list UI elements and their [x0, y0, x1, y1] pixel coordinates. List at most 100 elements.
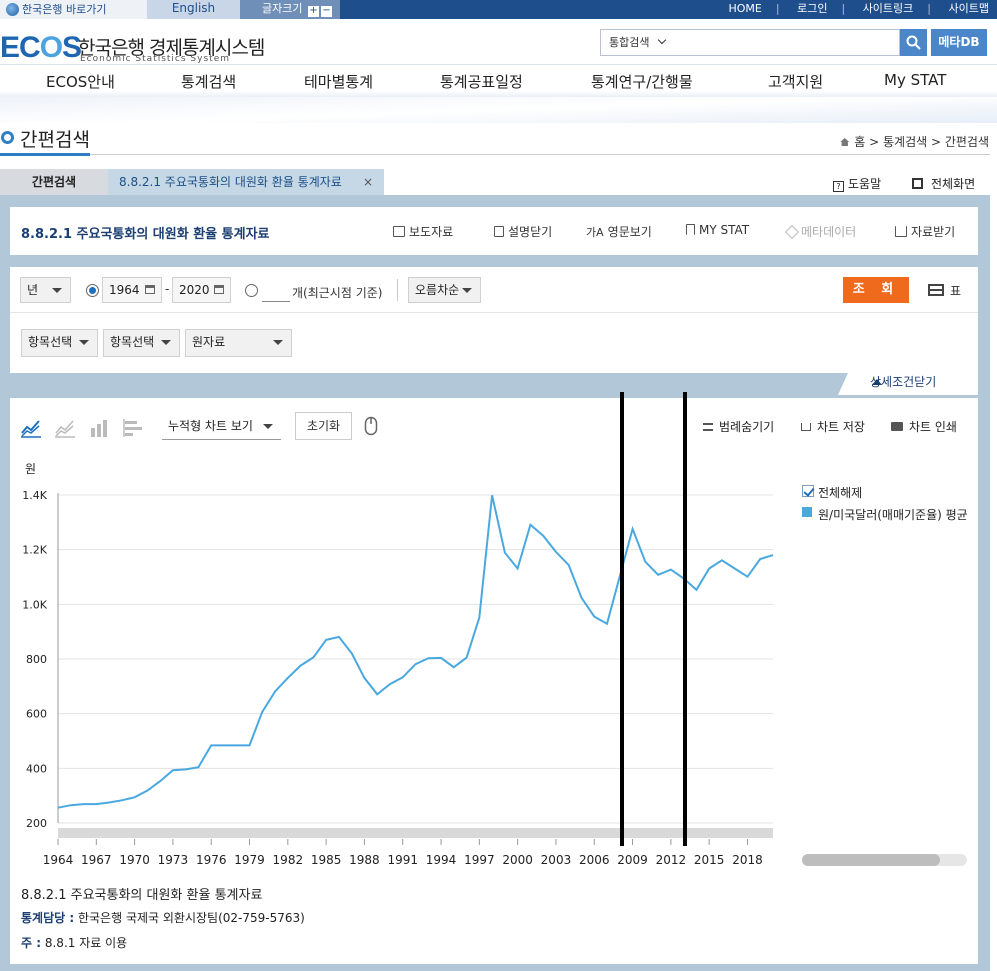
- recent-count-input[interactable]: [262, 282, 290, 302]
- chart-series-line[interactable]: [57, 495, 774, 809]
- x-tick-label: 2018: [732, 853, 763, 867]
- font-increase-icon[interactable]: +: [307, 6, 319, 17]
- stack-view-select[interactable]: 누적형 차트 보기: [162, 414, 281, 440]
- date-range-radio[interactable]: [86, 284, 99, 297]
- x-tick-label: 2000: [502, 853, 533, 867]
- hide-legend-button[interactable]: 범례숨기기: [703, 418, 774, 435]
- press-release-button[interactable]: 보도자료: [393, 223, 453, 240]
- nav-stat-search[interactable]: 통계검색: [181, 71, 236, 92]
- print-chart-label: 차트 인쇄: [909, 420, 957, 434]
- hide-legend-label: 범례숨기기: [719, 420, 775, 434]
- area-chart-icon[interactable]: [54, 418, 76, 438]
- legend-toggle-all-label[interactable]: 전체해제: [818, 484, 862, 501]
- nav-research[interactable]: 통계연구/간행물: [591, 71, 693, 92]
- data-type-select[interactable]: 원자료: [185, 329, 292, 357]
- tab-simple-search[interactable]: 간편검색: [0, 169, 108, 195]
- close-description-button[interactable]: 설명닫기: [494, 223, 552, 240]
- item-select-2[interactable]: 항목선택: [103, 329, 180, 357]
- y-tick-label: 200: [26, 817, 47, 830]
- recent-count-label: 개(최근시점 기준): [292, 286, 383, 300]
- query-button[interactable]: 조 회: [843, 277, 909, 303]
- mystat-label: MY STAT: [699, 223, 750, 237]
- metadata-label: 메타데이터: [801, 225, 857, 239]
- nav-release-schedule[interactable]: 통계공표일정: [440, 71, 523, 92]
- font-size-control: 글자크기 + −: [240, 0, 340, 19]
- contact-label: 통계담당 :: [21, 911, 75, 925]
- reset-button[interactable]: 초기화: [295, 412, 352, 440]
- table-icon[interactable]: [928, 284, 944, 296]
- sitelink-link[interactable]: 사이트링크: [863, 2, 914, 15]
- y-tick-label: 1.4K: [22, 489, 47, 502]
- tag-icon: [784, 224, 800, 240]
- help-button[interactable]: ? 도움말: [833, 175, 881, 192]
- footer-note: 주 : 8.8.1 자료 이용: [21, 934, 127, 951]
- caret-up-icon: [872, 379, 882, 385]
- title-underline: [0, 153, 90, 156]
- nav-customer[interactable]: 고객지원: [768, 71, 823, 92]
- legend-series-label[interactable]: 원/미국달러(매매기준율) 평균: [818, 506, 968, 523]
- y-tick-label: 800: [26, 653, 47, 666]
- search-button[interactable]: [900, 29, 927, 56]
- sort-select[interactable]: 오름차순: [408, 277, 481, 303]
- print-chart-button[interactable]: 차트 인쇄: [891, 418, 957, 435]
- ecos-logo[interactable]: ECOS: [0, 31, 82, 65]
- header-decoration: [0, 97, 997, 123]
- metadata-button[interactable]: 메타데이터: [784, 223, 857, 240]
- end-year-value: 2020: [179, 283, 210, 297]
- search-scope-select[interactable]: 통합검색: [609, 36, 649, 49]
- calendar-icon[interactable]: [214, 285, 224, 294]
- x-tick-label: 1994: [426, 853, 457, 867]
- bok-home-link[interactable]: 한국은행 바로가기: [0, 0, 147, 19]
- calendar-icon[interactable]: [145, 285, 155, 294]
- legend-series-swatch: [802, 507, 812, 517]
- y-tick-label: 1.2K: [22, 544, 47, 557]
- recent-count-radio[interactable]: [245, 284, 258, 297]
- x-tick-label: 1976: [196, 853, 227, 867]
- period-select[interactable]: 년: [20, 277, 71, 303]
- mouse-icon[interactable]: [364, 416, 378, 436]
- meta-db-button[interactable]: 메타DB: [931, 29, 987, 56]
- english-link[interactable]: English: [147, 0, 240, 19]
- nav-mystat[interactable]: My STAT: [884, 71, 946, 89]
- home-link[interactable]: HOME: [729, 2, 762, 15]
- x-tick-label: 1967: [81, 853, 112, 867]
- horizontal-bar-icon[interactable]: [122, 418, 144, 438]
- bar-chart-icon[interactable]: [88, 418, 110, 438]
- press-release-label: 보도자료: [409, 225, 454, 239]
- x-tick-label: 1973: [158, 853, 189, 867]
- close-description-label: 설명닫기: [508, 225, 553, 239]
- end-year-input[interactable]: 2020: [172, 277, 231, 303]
- login-link[interactable]: 로그인: [797, 2, 827, 15]
- tab-stat-table[interactable]: 8.8.2.1 주요국통화의 대원화 환율 통계자료 ×: [108, 169, 384, 195]
- chart-navigator[interactable]: [58, 828, 773, 838]
- x-tick-label: 1991: [387, 853, 418, 867]
- search-input[interactable]: 통합검색: [600, 29, 900, 56]
- fullscreen-button[interactable]: 전체화면: [912, 175, 975, 192]
- legend-scroll-thumb[interactable]: [802, 854, 940, 866]
- english-view-button[interactable]: 가A 영문보기: [586, 223, 652, 240]
- line-chart[interactable]: 200 400 600 800 1.0K 1.2K 1.4K 1964 1967 1970 197…: [0, 455, 790, 875]
- printer-icon: [891, 422, 903, 431]
- detail-conditions-toggle[interactable]: 상세조건닫기: [838, 373, 978, 395]
- table-view-label[interactable]: 표: [950, 282, 961, 299]
- legend-toggle-all-checkbox[interactable]: [802, 485, 814, 497]
- mystat-button[interactable]: MY STAT: [686, 223, 749, 237]
- breadcrumb: 홈 > 통계검색 > 간편검색: [840, 133, 989, 150]
- fullscreen-icon: [912, 178, 923, 189]
- download-button[interactable]: 자료받기: [895, 223, 955, 240]
- caret-down-icon: [161, 340, 171, 345]
- x-tick-label: 2003: [541, 853, 572, 867]
- nav-ecos-info[interactable]: ECOS안내: [46, 71, 115, 92]
- bok-logo-icon: [6, 3, 19, 16]
- conditions-divider: [10, 312, 978, 313]
- save-chart-button[interactable]: 차트 저장: [801, 418, 865, 435]
- start-year-input[interactable]: 1964: [102, 277, 162, 303]
- item-select-1[interactable]: 항목선택: [21, 329, 98, 357]
- note-value: 8.8.1 자료 이용: [44, 936, 128, 950]
- nav-theme-stats[interactable]: 테마별통계: [304, 71, 373, 92]
- font-decrease-icon[interactable]: −: [320, 6, 332, 17]
- line-chart-icon[interactable]: [20, 418, 42, 438]
- close-icon[interactable]: ×: [363, 169, 373, 195]
- search-icon: [906, 35, 921, 50]
- sitemap-link[interactable]: 사이트맵: [949, 2, 989, 15]
